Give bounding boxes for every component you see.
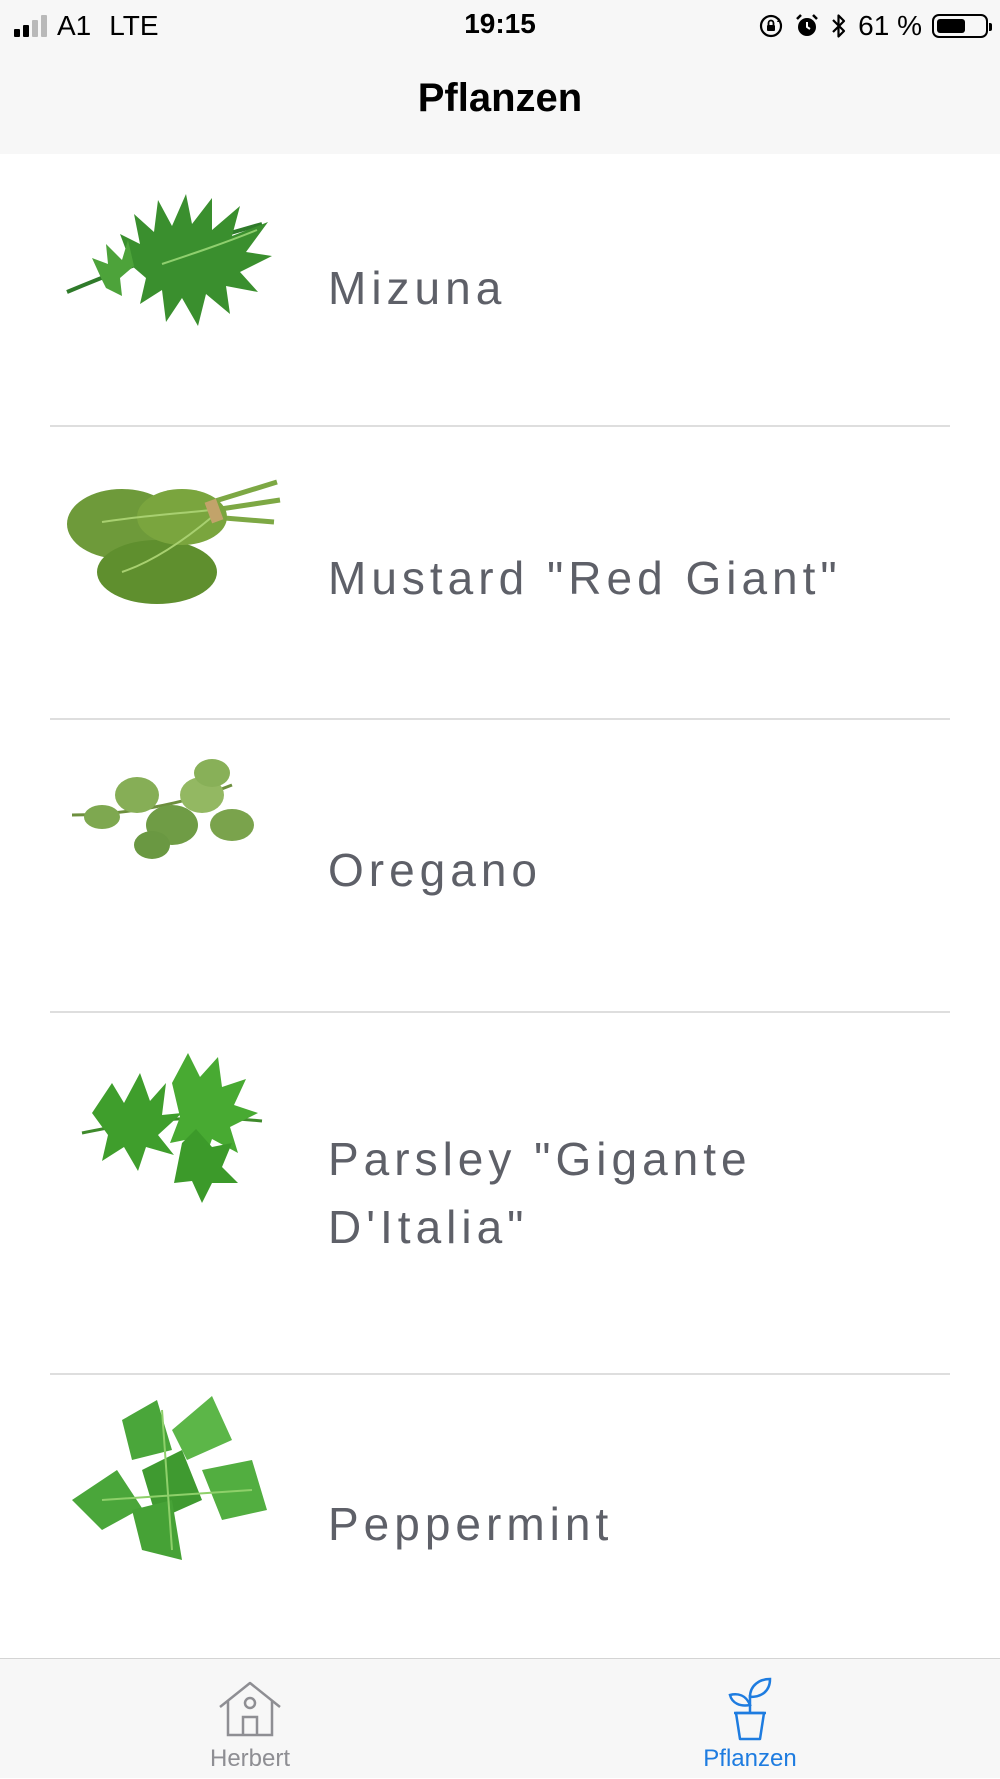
tab-label: Pflanzen — [703, 1745, 797, 1772]
bluetooth-icon — [832, 14, 846, 38]
battery-fill — [937, 19, 965, 33]
status-right: 61 % — [758, 8, 992, 44]
plant-name: Oregano — [328, 844, 543, 896]
tab-label: Herbert — [209, 1745, 291, 1772]
navigation-bar: Pflanzen — [0, 52, 1000, 154]
orientation-lock-icon — [760, 14, 783, 38]
alarm-icon — [796, 14, 819, 36]
page-title: Pflanzen — [417, 76, 583, 120]
plant-name: Peppermint — [328, 1498, 614, 1550]
tab-pflanzen[interactable]: Pflanzen — [600, 1659, 900, 1779]
plant-name: Mustard "Red Giant" — [328, 552, 842, 604]
parsley-plant-image — [81, 1053, 263, 1203]
tab-herbert[interactable]: Herbert — [100, 1659, 400, 1779]
status-bar: A1 LTE 19:15 61 % — [0, 0, 1000, 52]
plant-row-parsley[interactable]: Parsley "Gigante D'Italia" — [0, 1013, 1000, 1373]
battery-percent-label: 61 % — [858, 10, 922, 41]
plant-row-mustard[interactable]: Mustard "Red Giant" — [0, 427, 1000, 717]
house-icon — [219, 1681, 281, 1737]
tab-bar: Herbert Pflanzen — [0, 1658, 1000, 1778]
plant-row-peppermint[interactable]: Peppermint — [0, 1375, 1000, 1658]
plant-name: Mizuna — [328, 262, 507, 314]
battery-nub — [989, 23, 992, 31]
peppermint-plant-image — [72, 1396, 267, 1560]
plant-name: Parsley "Gigante D'Italia" — [328, 1133, 752, 1253]
mustard-red-giant-plant-image — [67, 479, 281, 604]
oregano-plant-image — [71, 759, 254, 859]
plant-list[interactable]: Mizuna Mustard "Red Giant" Oregano Parsl… — [0, 154, 1000, 1658]
plant-row-mizuna[interactable]: Mizuna — [0, 154, 1000, 424]
mizuna-plant-image — [66, 194, 272, 326]
potted-plant-icon — [728, 1677, 772, 1741]
battery-icon — [932, 14, 992, 38]
plant-row-oregano[interactable]: Oregano — [0, 720, 1000, 1010]
